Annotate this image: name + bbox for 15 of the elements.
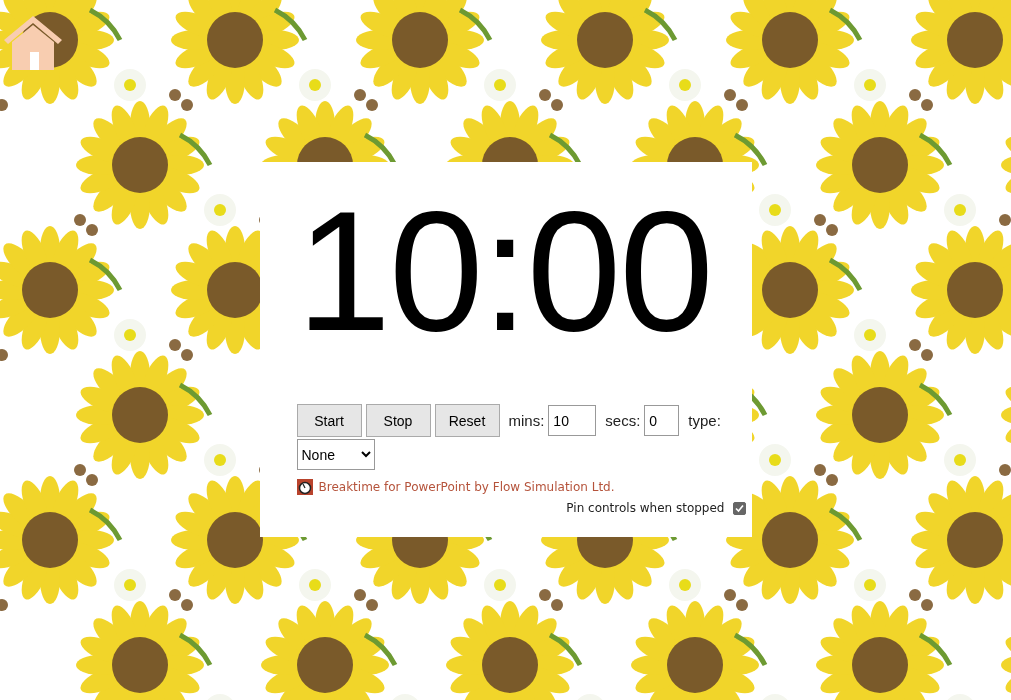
secs-label: secs:	[605, 412, 641, 429]
type-label: type:	[688, 412, 721, 429]
house-icon[interactable]	[2, 14, 64, 70]
secs-input[interactable]: 0	[644, 405, 680, 436]
timer-button[interactable]: Start	[296, 404, 362, 437]
credit-link[interactable]: Breaktime for PowerPoint by Flow Simulation Ltd.	[318, 480, 615, 494]
pin-checkbox[interactable]	[732, 501, 746, 515]
pin-label: Pin controls when stopped	[566, 501, 725, 515]
timer-display: 10:00	[296, 176, 713, 366]
timer-button[interactable]: Reset	[434, 404, 500, 437]
type-dropdown[interactable]: None	[296, 439, 375, 470]
mins-label: mins:	[508, 412, 545, 429]
timer-button[interactable]: Stop	[365, 404, 431, 437]
stopwatch-icon	[296, 479, 313, 495]
mins-input[interactable]: 10	[548, 405, 597, 436]
